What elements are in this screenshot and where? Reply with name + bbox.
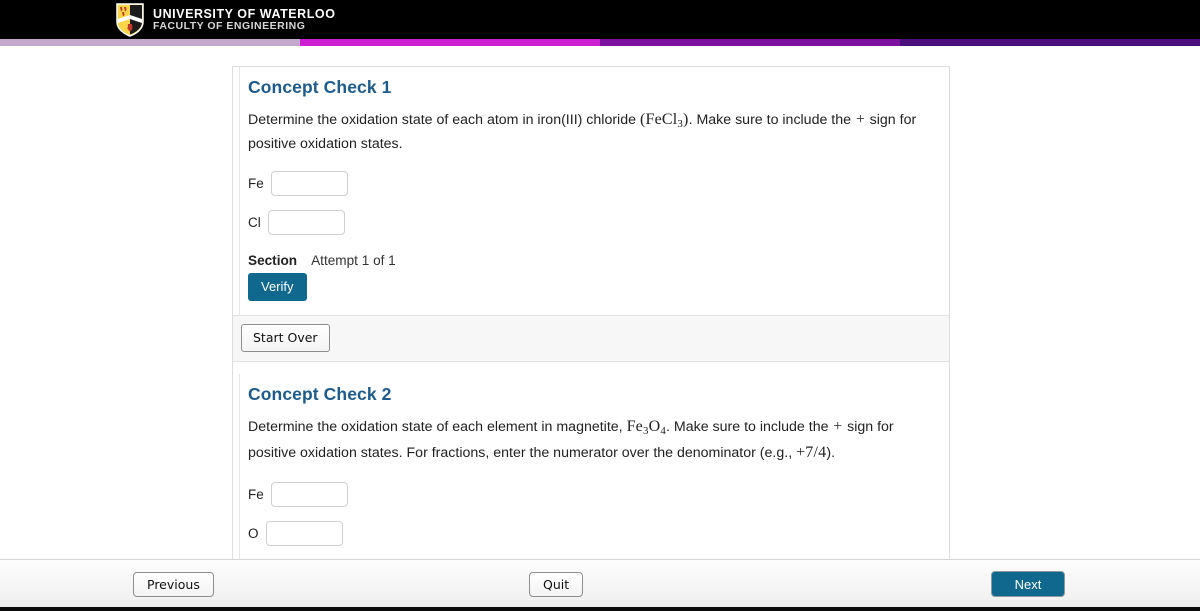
prompt2-text-b: . Make sure to include the [666, 419, 833, 436]
field-row-fe: Fe [248, 171, 933, 197]
brand-university: UNIVERSITY OF WATERLOO [153, 6, 336, 21]
concept-check-1-footer: Start Over [233, 315, 949, 363]
section-label-1: Section [248, 253, 298, 269]
formula-fe: Fe [626, 418, 643, 436]
brand-text: UNIVERSITY OF WATERLOO FACULTY OF ENGINE… [153, 7, 335, 33]
window-bottom-edge [0, 607, 1200, 611]
concept-check-1-title: Concept Check 1 [248, 77, 392, 97]
formula-o: O [648, 418, 661, 436]
attempt-label-1: Attempt 1 of 1 [311, 253, 396, 269]
formula-element: FeCl [645, 111, 678, 128]
prompt-text-b: . Make sure to include the [688, 112, 855, 128]
concept-check-2: Concept Check 2 Determine the oxidation … [233, 374, 949, 559]
answer-input-o[interactable] [265, 520, 343, 546]
fraction-example: +7/4 [796, 444, 827, 462]
waterloo-shield-icon [116, 2, 144, 37]
brand-faculty: FACULTY OF ENGINEERING [153, 19, 306, 32]
field-label-o: O [248, 525, 259, 541]
field-label-fe-2: Fe [248, 486, 264, 502]
answer-input-fe[interactable] [270, 171, 348, 197]
prompt2-text-d: ). [826, 445, 836, 462]
concept-check-2-prompt: Determine the oxidation state of each el… [248, 414, 933, 465]
answer-input-fe-2[interactable] [270, 481, 348, 507]
concept-check-1-body: Concept Check 1 Determine the oxidation … [239, 67, 949, 316]
field-row-o: O [248, 520, 933, 546]
plus-sign-glyph-2: + [833, 418, 843, 436]
stripe-segment-1 [0, 39, 300, 46]
brand-lockup: UNIVERSITY OF WATERLOO FACULTY OF ENGINE… [116, 2, 335, 37]
formula-fe3o4: Fe3O4 [626, 418, 666, 437]
next-button[interactable]: Next [991, 571, 1065, 597]
stripe-segment-2 [300, 39, 600, 46]
start-over-button[interactable]: Start Over [241, 324, 330, 353]
concept-check-2-body: Concept Check 2 Determine the oxidation … [239, 374, 949, 559]
content-panel: Concept Check 1 Determine the oxidation … [232, 66, 950, 559]
concept-check-1-prompt: Determine the oxidation state of each at… [248, 107, 933, 155]
plus-sign-glyph: + [855, 111, 865, 128]
stripe-segment-3 [600, 39, 900, 46]
site-header: UNIVERSITY OF WATERLOO FACULTY OF ENGINE… [0, 0, 1200, 39]
section-status-row-1: Section Attempt 1 of 1 [248, 253, 933, 268]
prompt2-text-a: Determine the oxidation state of each el… [248, 419, 627, 436]
field-label-fe: Fe [248, 176, 264, 192]
prompt-text-a: Determine the oxidation state of each at… [248, 112, 640, 128]
stripe-segment-4 [900, 39, 1200, 46]
answer-input-cl[interactable] [267, 210, 345, 236]
concept-check-2-title: Concept Check 2 [248, 384, 392, 405]
accent-stripe [0, 39, 1200, 46]
field-row-fe-2: Fe [248, 481, 933, 507]
field-row-cl: Cl [248, 210, 933, 236]
formula-fecl3: (FeCl3) [640, 111, 689, 130]
concept-check-1: Concept Check 1 Determine the oxidation … [233, 67, 949, 363]
field-label-cl: Cl [248, 215, 261, 231]
verify-button-1[interactable]: Verify [248, 273, 307, 302]
quit-button[interactable]: Quit [529, 572, 584, 597]
previous-button[interactable]: Previous [133, 572, 214, 597]
